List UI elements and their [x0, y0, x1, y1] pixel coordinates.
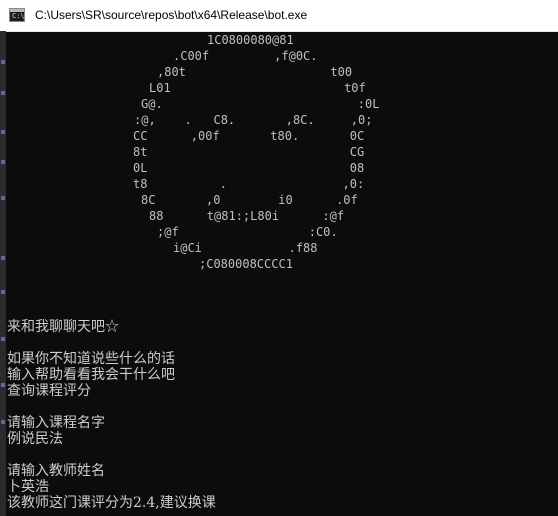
ascii-art-line: i@Ci .f88: [173, 241, 318, 255]
console-output[interactable]: 1C0800080@81 .C00f ,f@0C. ,80t t00 L01 t…: [7, 31, 558, 516]
strip-marker-icon: [1, 420, 5, 424]
ascii-art-line: L01 t0f: [149, 81, 366, 95]
console-message: 如果你不知道说些什么的话: [7, 351, 175, 367]
console-message: 来和我聊聊天吧☆: [7, 319, 119, 335]
console-message: 查询课程评分: [7, 383, 91, 399]
strip-marker-icon: [1, 91, 5, 95]
strip-marker-icon: [1, 256, 5, 260]
ascii-art-line: G@. :0L: [141, 97, 380, 111]
console-message: 请输入教师姓名: [7, 463, 105, 479]
window-title: C:\Users\SR\source\repos\bot\x64\Release…: [35, 8, 308, 22]
console-app-icon[interactable]: C:\: [9, 8, 25, 22]
strip-marker-icon: [1, 383, 5, 387]
strip-marker-icon: [1, 337, 5, 341]
ascii-art-line: ;C080008CCCC1: [199, 257, 293, 271]
ascii-art-line: 1C0800080@81: [207, 33, 294, 47]
ascii-art-line: 8t CG: [133, 145, 365, 159]
strip-marker-icon: [1, 130, 5, 134]
console-message: 例说民法: [7, 431, 63, 447]
ascii-art-line: 88 t@81:;L80i :@f: [149, 209, 345, 223]
console-app-icon-glyph: C:\: [12, 12, 25, 20]
ascii-art-line: 0L 08: [133, 161, 365, 175]
title-bar[interactable]: C:\ C:\Users\SR\source\repos\bot\x64\Rel…: [0, 0, 558, 32]
ascii-art-line: ;@f :C0.: [157, 225, 338, 239]
console-window: C:\ C:\Users\SR\source\repos\bot\x64\Rel…: [0, 0, 558, 516]
strip-marker-icon: [1, 160, 5, 164]
ascii-art-line: 8C ,0 i0 .0f: [141, 193, 358, 207]
left-edge-strip: [0, 31, 6, 516]
ascii-art-line: CC ,00f t80. 0C: [133, 129, 365, 143]
console-message: 该教师这门课评分为2.4,建议换课: [7, 495, 216, 511]
strip-marker-icon: [1, 196, 5, 200]
console-message: 请输入课程名字: [7, 415, 105, 431]
ascii-art-line: .C00f ,f@0C.: [173, 49, 318, 63]
console-message: 卜英浩: [7, 479, 49, 495]
console-message: 输入帮助看看我会干什么吧: [7, 367, 175, 383]
strip-marker-icon: [1, 60, 5, 64]
ascii-art-line: ,80t t00: [157, 65, 353, 79]
strip-marker-icon: [1, 290, 5, 294]
ascii-art-line: :@, . C8. ,8C. ,0;: [134, 113, 373, 127]
ascii-art-line: t8 . ,0:: [133, 177, 365, 191]
